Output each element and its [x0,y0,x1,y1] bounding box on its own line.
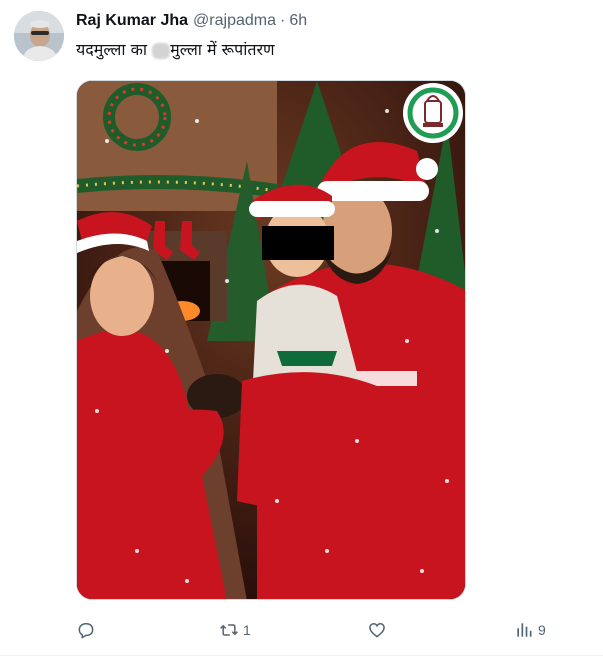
avatar[interactable] [14,11,64,61]
views-count: 9 [538,622,546,638]
retweet-count: 1 [243,622,251,638]
timestamp[interactable]: 6h [289,12,307,30]
author-handle[interactable]: @rajpadma [193,12,276,30]
family-christmas-photo [77,81,465,599]
heart-icon [369,622,385,638]
like-button[interactable] [367,618,391,642]
redacted-blur [152,42,171,59]
separator-dot: · [280,12,286,29]
reply-button[interactable] [76,618,100,642]
tweet-text-after: मुल्ला में रूपांतरण [170,40,275,59]
retweet-icon [220,624,238,636]
tweet-text: यदमुल्ला का मुल्ला में रूपांतरण [76,38,275,60]
tweet[interactable]: Raj Kumar Jha @rajpadma · 6h यदमुल्ला का… [0,0,603,657]
tweet-actions: 1 9 [76,618,556,642]
tweet-divider [0,655,603,656]
reply-icon [78,623,94,639]
retweet-button[interactable]: 1 [219,618,251,642]
author-name[interactable]: Raj Kumar Jha [76,12,188,30]
views-icon [517,623,532,637]
tweet-image[interactable] [76,80,466,600]
views-button[interactable]: 9 [514,618,546,642]
tweet-header: Raj Kumar Jha @rajpadma · 6h [76,12,307,34]
face-redaction-box [262,226,334,260]
lantern-logo-icon [403,83,463,143]
tweet-text-before: यदमुल्ला का [76,40,153,59]
avatar-photo [14,11,64,61]
